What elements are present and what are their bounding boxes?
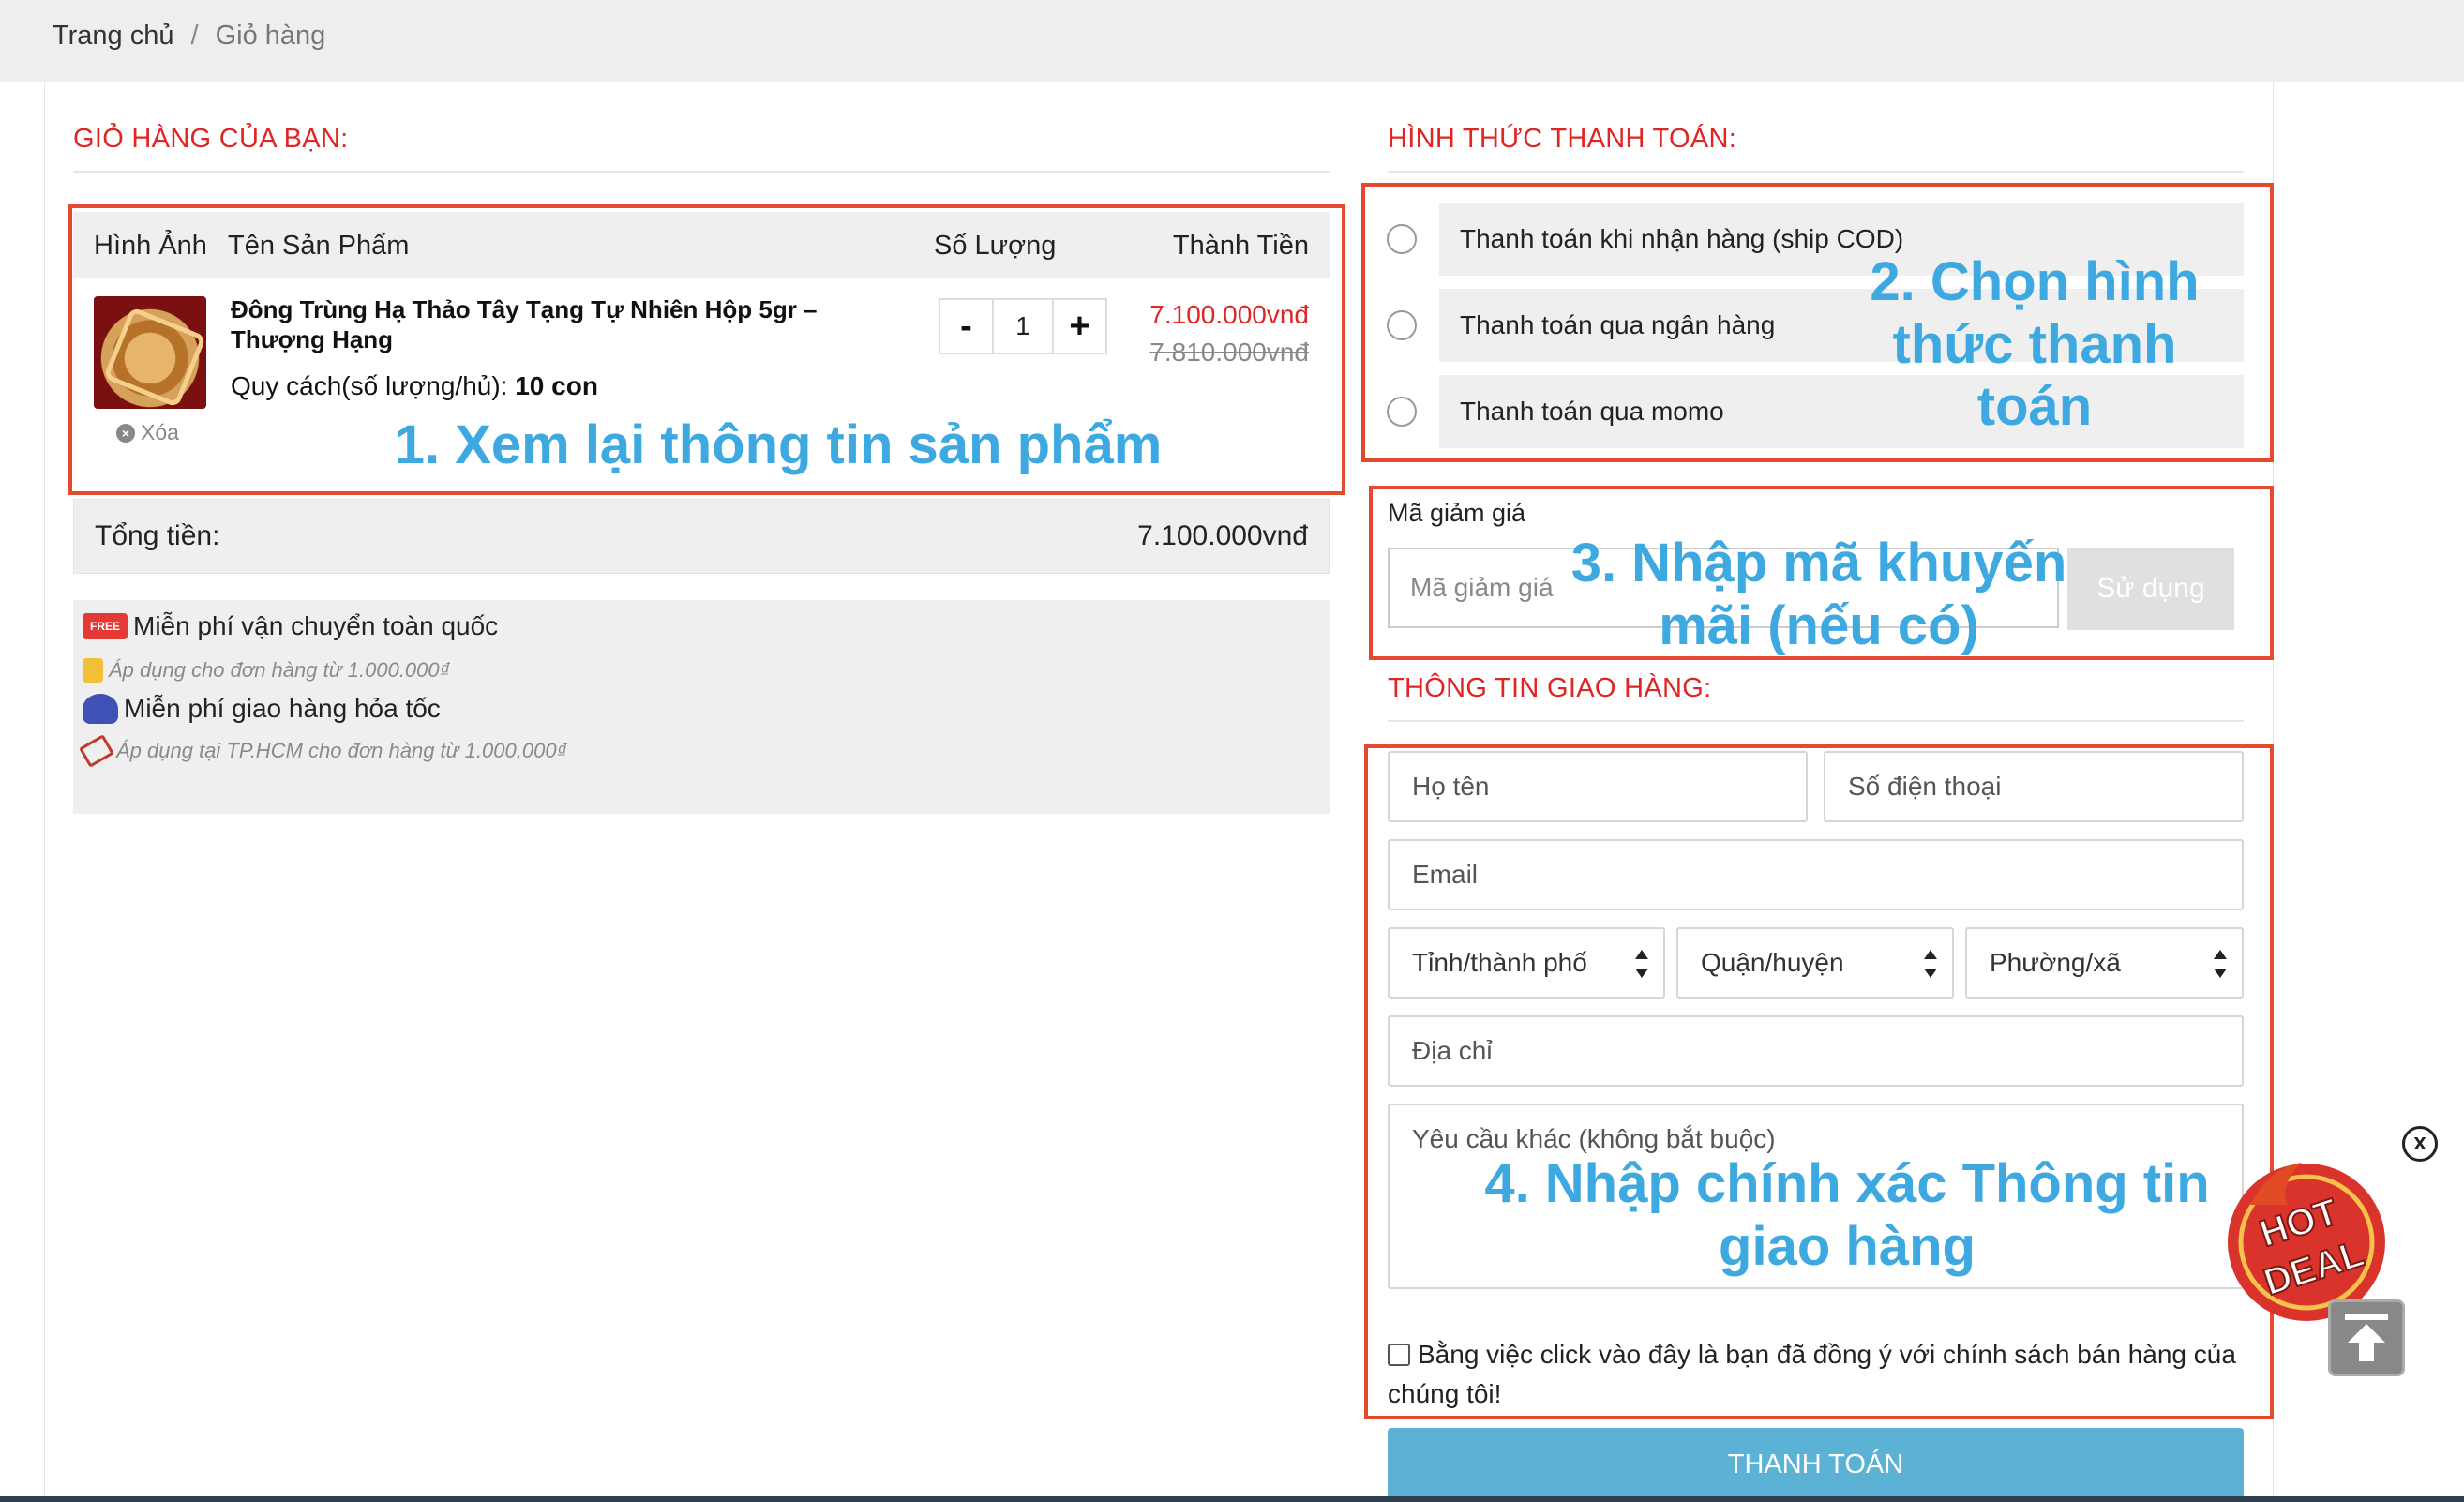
promo-free-shipping: FREE Miễn phí vận chuyển toàn quốc: [83, 611, 498, 641]
guide-step1-text: 1. Xem lại thông tin sản phẩm: [394, 414, 1163, 475]
free-ship-note: Áp dụng cho đơn hàng từ 1.000.000₫: [109, 658, 450, 682]
increase-quantity-button[interactable]: +: [1054, 300, 1105, 353]
express-text: Miễn phí giao hàng hỏa tốc: [124, 694, 441, 723]
sort-arrows-icon: [2214, 950, 2227, 978]
cart-title-divider: [73, 171, 1330, 173]
ward-select[interactable]: Phường/xã: [1965, 927, 2244, 999]
scroll-to-top-button[interactable]: [2328, 1299, 2405, 1376]
total-value: 7.100.000vnđ: [1137, 520, 1308, 551]
payment-cod-label: Thanh toán khi nhận hàng (ship COD): [1460, 224, 1904, 253]
arrow-up-icon: [2345, 1314, 2388, 1361]
promo-info-box: FREE Miễn phí vận chuyển toàn quốc Áp dụ…: [73, 600, 1330, 814]
promo-express-note: Áp dụng tại TP.HCM cho đơn hàng từ 1.000…: [79, 734, 567, 768]
product-spec: Quy cách(số lượng/hủ): 10 con: [231, 371, 598, 401]
col-image: Hình Ảnh: [94, 231, 207, 261]
breadcrumb-current: Giỏ hàng: [215, 21, 326, 51]
breadcrumb: Trang chủ / Giỏ hàng: [53, 21, 325, 52]
close-popup-button[interactable]: x: [2402, 1126, 2438, 1162]
product-name[interactable]: Đông Trùng Hạ Thảo Tây Tạng Tự Nhiên Hộp…: [231, 294, 906, 354]
province-select[interactable]: Tỉnh/thành phố: [1388, 927, 1665, 999]
district-select[interactable]: Quận/huyện: [1676, 927, 1954, 999]
email-field[interactable]: Email: [1388, 839, 2244, 910]
product-thumbnail[interactable]: [94, 296, 206, 409]
guide-step4-text: 4. Nhập chính xác Thông tin giao hàng: [1484, 1153, 2210, 1277]
checkout-button[interactable]: THANH TOÁN: [1388, 1428, 2244, 1502]
spec-value: 10 con: [515, 371, 598, 400]
sort-arrows-icon: [1924, 950, 1937, 978]
decrease-quantity-button[interactable]: -: [940, 300, 992, 353]
sort-arrows-icon: [1635, 950, 1648, 978]
payment-title: HÌNH THỨC THANH TOÁN:: [1388, 124, 1737, 154]
spec-label: Quy cách(số lượng/hủ):: [231, 371, 508, 400]
guide-step2-text: 2. Chọn hình thức thanh toán: [1870, 251, 2200, 438]
free-ship-text: Miễn phí vận chuyển toàn quốc: [133, 611, 499, 640]
delivery-scooter-icon: [83, 694, 118, 724]
breadcrumb-separator: /: [190, 21, 199, 51]
ticket-icon: [79, 734, 114, 768]
payment-title-divider: [1388, 171, 2244, 173]
remove-icon: ×: [116, 423, 135, 443]
item-price: 7.100.000vnđ: [1149, 300, 1309, 329]
delete-item-button[interactable]: × Xóa: [116, 420, 179, 445]
express-note: Áp dụng tại TP.HCM cho đơn hàng từ 1.000…: [116, 739, 567, 762]
shipping-title: THÔNG TIN GIAO HÀNG:: [1388, 673, 1712, 703]
delete-label: Xóa: [141, 420, 179, 444]
free-truck-icon: FREE: [83, 613, 128, 639]
bottom-border: [0, 1496, 2464, 1502]
terms-agreement: Bằng việc click vào đây là bạn đã đồng ý…: [1388, 1335, 2250, 1414]
col-quantity: Số Lượng: [934, 231, 1057, 261]
top-bar: Trang chủ / Giỏ hàng: [0, 0, 2464, 82]
province-select-value: Tỉnh/thành phố: [1412, 948, 1587, 977]
cart-total: Tổng tiền: 7.100.000vnđ: [73, 499, 1330, 574]
terms-text: Bằng việc click vào đây là bạn đã đồng ý…: [1388, 1340, 2236, 1408]
ward-select-value: Phường/xã: [1990, 948, 2121, 977]
payment-bank-label: Thanh toán qua ngân hàng: [1460, 310, 1776, 339]
payment-momo-label: Thanh toán qua momo: [1460, 397, 1724, 426]
shipping-title-divider: [1388, 720, 2244, 722]
breadcrumb-home-link[interactable]: Trang chủ: [53, 21, 174, 52]
col-total: Thành Tiền: [1172, 231, 1309, 261]
terms-checkbox[interactable]: [1388, 1344, 1410, 1366]
bag-icon: [83, 658, 103, 683]
payment-momo-radio[interactable]: [1387, 397, 1417, 427]
item-old-price: 7.810.000vnđ: [1149, 338, 1309, 367]
quantity-stepper: - 1 +: [939, 298, 1107, 354]
cart-title: GIỎ HÀNG CỦA BẠN:: [73, 124, 349, 154]
coupon-label: Mã giảm giá: [1388, 499, 1526, 527]
district-select-value: Quận/huyện: [1701, 948, 1844, 977]
quantity-value[interactable]: 1: [992, 300, 1054, 353]
phone-field[interactable]: Số điện thoại: [1824, 751, 2244, 822]
full-name-field[interactable]: Họ tên: [1388, 751, 1808, 822]
col-product: Tên Sản Phẩm: [228, 231, 410, 261]
address-field[interactable]: Địa chỉ: [1388, 1015, 2244, 1087]
payment-bank-radio[interactable]: [1387, 310, 1417, 340]
guide-step3-text: 3. Nhập mã khuyến mãi (nếu có): [1570, 533, 2067, 656]
promo-express: Miễn phí giao hàng hỏa tốc: [83, 694, 441, 724]
total-label: Tổng tiền:: [95, 520, 220, 551]
payment-cod-radio[interactable]: [1387, 224, 1417, 254]
cart-table-header: Hình Ảnh Tên Sản Phẩm Số Lượng Thành Tiề…: [73, 212, 1330, 278]
promo-free-shipping-note: Áp dụng cho đơn hàng từ 1.000.000₫: [83, 658, 450, 683]
